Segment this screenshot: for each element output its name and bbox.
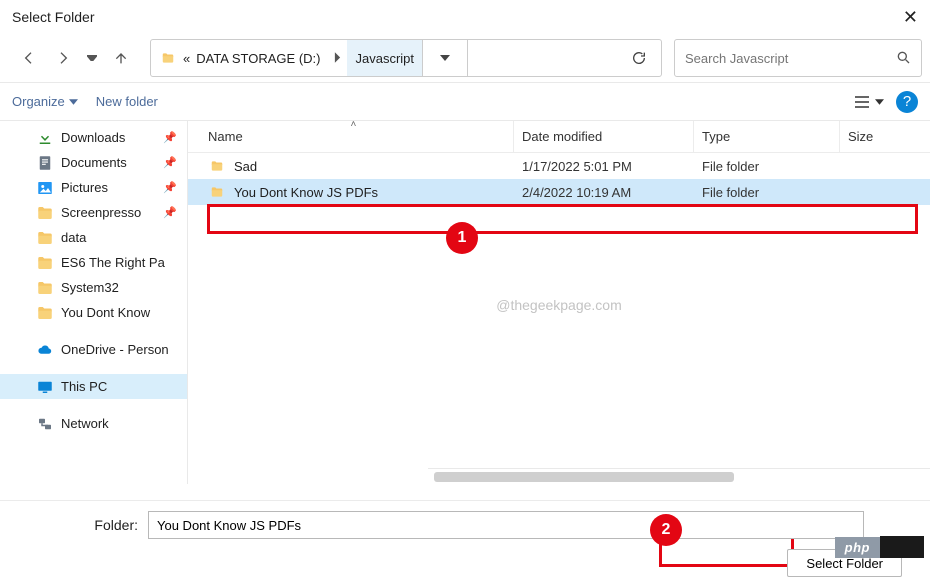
sidebar-item-system32[interactable]: System32 bbox=[0, 275, 187, 300]
column-headers: Name˄ Date modified Type Size bbox=[188, 121, 930, 153]
sidebar-item-this-pc[interactable]: This PC bbox=[0, 374, 187, 399]
main-area: Downloads 📌 Documents 📌 Pictures 📌 Screenpr… bbox=[0, 120, 930, 484]
sidebar-item-label: Screenpresso bbox=[61, 205, 141, 220]
file-name: You Dont Know JS PDFs bbox=[234, 185, 378, 200]
address-dropdown[interactable] bbox=[422, 40, 468, 76]
sidebar-item-screenpresso[interactable]: Screenpresso 📌 bbox=[0, 200, 187, 225]
chevron-right-icon[interactable] bbox=[328, 51, 347, 66]
sidebar-item-label: Documents bbox=[61, 155, 127, 170]
up-button[interactable] bbox=[106, 42, 136, 74]
folder-field-label: Folder: bbox=[14, 517, 138, 533]
footer: Folder: Select Folder bbox=[0, 500, 930, 568]
history-dropdown[interactable] bbox=[82, 42, 102, 74]
sidebar: Downloads 📌 Documents 📌 Pictures 📌 Screenpr… bbox=[0, 121, 188, 484]
sidebar-item-label: ES6 The Right Pa bbox=[61, 255, 165, 270]
sidebar-item-label: Pictures bbox=[61, 180, 108, 195]
pin-icon: 📌 bbox=[163, 131, 177, 144]
php-watermark: php bbox=[835, 536, 924, 558]
sidebar-item-label: OneDrive - Person bbox=[61, 342, 169, 357]
organize-menu[interactable]: Organize bbox=[12, 94, 78, 109]
breadcrumb-current-label: Javascript bbox=[355, 51, 414, 66]
help-button[interactable]: ? bbox=[896, 91, 918, 113]
folder-icon bbox=[208, 185, 226, 199]
search-icon[interactable] bbox=[895, 49, 911, 68]
sort-indicator-icon: ˄ bbox=[351, 119, 357, 130]
search-box[interactable] bbox=[674, 39, 922, 77]
file-type: File folder bbox=[694, 185, 840, 200]
new-folder-button[interactable]: New folder bbox=[96, 94, 158, 109]
sidebar-item-data[interactable]: data bbox=[0, 225, 187, 250]
folder-icon bbox=[208, 159, 226, 173]
watermark-text: @thegeekpage.com bbox=[496, 297, 622, 313]
file-row[interactable]: You Dont Know JS PDFs 2/4/2022 10:19 AM … bbox=[188, 179, 930, 205]
column-date[interactable]: Date modified bbox=[514, 121, 694, 152]
column-type[interactable]: Type bbox=[694, 121, 840, 152]
file-row[interactable]: Sad 1/17/2022 5:01 PM File folder bbox=[188, 153, 930, 179]
toolbar: Organize New folder ? bbox=[0, 82, 930, 120]
annotation-badge-1: 1 bbox=[446, 222, 478, 254]
annotation-badge-2: 2 bbox=[650, 514, 682, 546]
file-list: Name˄ Date modified Type Size Sad 1/17/2… bbox=[188, 121, 930, 484]
window-title: Select Folder bbox=[12, 9, 94, 25]
sidebar-item-pictures[interactable]: Pictures 📌 bbox=[0, 175, 187, 200]
scrollbar-thumb[interactable] bbox=[434, 472, 734, 482]
breadcrumb-root-label: DATA STORAGE (D:) bbox=[196, 51, 320, 66]
refresh-button[interactable] bbox=[615, 40, 661, 76]
pin-icon: 📌 bbox=[163, 156, 177, 169]
file-date: 1/17/2022 5:01 PM bbox=[514, 159, 694, 174]
sidebar-item-network[interactable]: Network bbox=[0, 411, 187, 436]
sidebar-item-label: Downloads bbox=[61, 130, 125, 145]
search-input[interactable] bbox=[685, 51, 887, 66]
php-label: php bbox=[835, 537, 880, 558]
column-size[interactable]: Size bbox=[840, 121, 900, 152]
column-name[interactable]: Name˄ bbox=[188, 121, 514, 152]
sidebar-item-es6[interactable]: ES6 The Right Pa bbox=[0, 250, 187, 275]
pin-icon: 📌 bbox=[163, 181, 177, 194]
pin-icon: 📌 bbox=[163, 206, 177, 219]
horizontal-scrollbar[interactable] bbox=[428, 468, 930, 484]
forward-button[interactable] bbox=[48, 42, 78, 74]
sidebar-item-label: Network bbox=[61, 416, 109, 431]
sidebar-item-onedrive[interactable]: OneDrive - Person bbox=[0, 337, 187, 362]
nav-row: « DATA STORAGE (D:) Javascript bbox=[0, 34, 930, 82]
sidebar-item-documents[interactable]: Documents 📌 bbox=[0, 150, 187, 175]
file-date: 2/4/2022 10:19 AM bbox=[514, 185, 694, 200]
title-bar: Select Folder ✕ bbox=[0, 0, 930, 34]
breadcrumb-root[interactable]: « DATA STORAGE (D:) bbox=[151, 40, 328, 76]
organize-label: Organize bbox=[12, 94, 65, 109]
view-menu[interactable] bbox=[853, 95, 884, 109]
sidebar-item-label: data bbox=[61, 230, 86, 245]
sidebar-item-ydkjs[interactable]: You Dont Know bbox=[0, 300, 187, 325]
new-folder-label: New folder bbox=[96, 94, 158, 109]
sidebar-item-label: You Dont Know bbox=[61, 305, 150, 320]
network-icon bbox=[36, 415, 54, 433]
file-name: Sad bbox=[234, 159, 257, 174]
file-type: File folder bbox=[694, 159, 840, 174]
sidebar-item-label: System32 bbox=[61, 280, 119, 295]
back-button[interactable] bbox=[14, 42, 44, 74]
folder-name-input[interactable] bbox=[148, 511, 864, 539]
breadcrumb-current[interactable]: Javascript bbox=[347, 40, 422, 76]
close-icon[interactable]: ✕ bbox=[903, 8, 918, 26]
sidebar-item-label: This PC bbox=[61, 379, 107, 394]
address-bar[interactable]: « DATA STORAGE (D:) Javascript bbox=[150, 39, 662, 77]
sidebar-item-downloads[interactable]: Downloads 📌 bbox=[0, 125, 187, 150]
